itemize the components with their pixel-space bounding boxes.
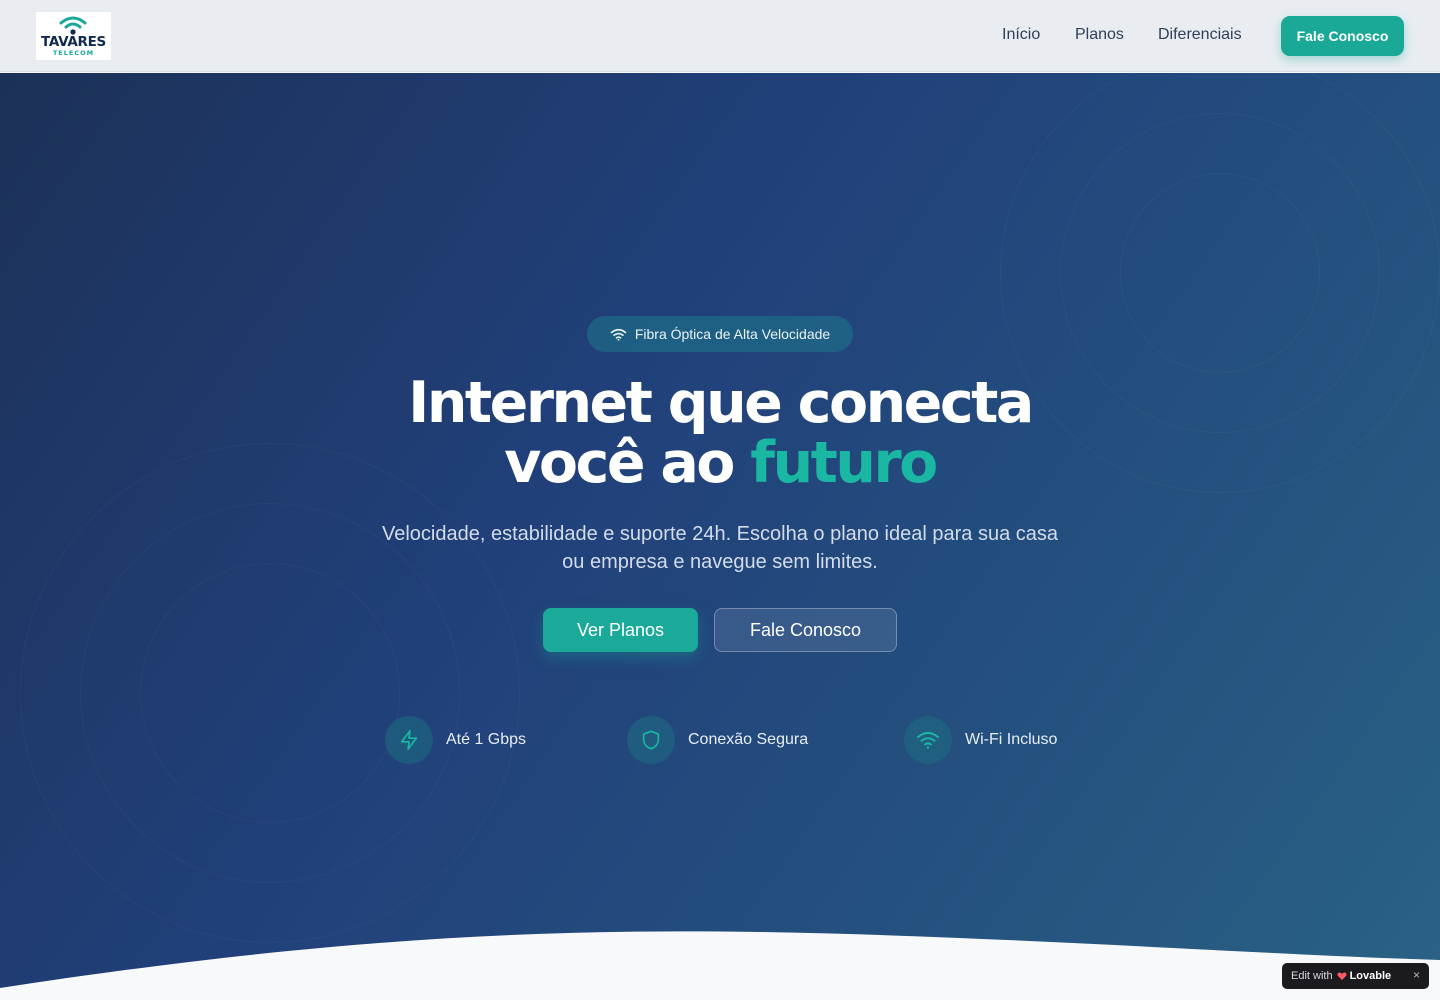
lovable-brand: Lovable (1337, 970, 1392, 982)
feature-label: Wi-Fi Incluso (965, 731, 1058, 748)
nav-link-inicio[interactable]: Início (1002, 26, 1040, 44)
wifi-icon (610, 328, 627, 341)
feature-label: Até 1 Gbps (446, 731, 527, 748)
logo-wifi-icon (59, 16, 87, 35)
feature-icon-container (627, 716, 675, 764)
lovable-prefix: Edit with (1291, 970, 1333, 982)
logo-sub-text: TELECOM (52, 49, 95, 57)
feature-speed: Até 1 Gbps (385, 716, 526, 764)
feature-icon-container (385, 716, 433, 764)
decorative-ripple (140, 563, 400, 823)
decorative-ripple (1120, 173, 1320, 373)
feature-wifi: Wi-Fi Incluso (904, 716, 1057, 764)
view-plans-button[interactable]: Ver Planos (543, 608, 698, 652)
lightning-icon (400, 730, 418, 750)
hero-subtitle: Velocidade, estabilidade e suporte 24h. … (381, 523, 1059, 573)
wifi-icon (917, 732, 939, 749)
nav-link-planos[interactable]: Planos (1075, 26, 1124, 44)
close-icon[interactable]: × (1413, 968, 1420, 982)
logo-main-text: TAVARES (41, 34, 106, 50)
company-logo[interactable]: TAVARES TELECOM (36, 12, 111, 60)
feature-label: Conexão Segura (688, 731, 809, 748)
headline-accent: futuro (750, 430, 938, 496)
nav-link-diferenciais[interactable]: Diferenciais (1158, 26, 1242, 44)
contact-button[interactable]: Fale Conosco (714, 608, 897, 652)
hero-section: Fibra Óptica de Alta Velocidade Internet… (0, 73, 1440, 1000)
nav-contact-button[interactable]: Fale Conosco (1281, 16, 1404, 56)
feature-security: Conexão Segura (627, 716, 808, 764)
lovable-heart-icon (1337, 972, 1347, 980)
headline-line-2: você ao (504, 430, 751, 496)
hero-headline: Internet que conecta você ao futuro (320, 373, 1120, 493)
headline-line-1: Internet que conecta (408, 370, 1034, 436)
fiber-badge: Fibra Óptica de Alta Velocidade (587, 316, 853, 352)
fiber-badge-text: Fibra Óptica de Alta Velocidade (634, 326, 831, 342)
bottom-wave-divider (0, 931, 1440, 1000)
edit-with-lovable-badge[interactable]: Edit with Lovable × (1282, 963, 1429, 989)
lovable-brand-text: Lovable (1349, 970, 1392, 982)
shield-icon (642, 730, 660, 750)
feature-icon-container (904, 716, 952, 764)
top-navigation: TAVARES TELECOM Início Planos Diferencia… (0, 0, 1440, 72)
